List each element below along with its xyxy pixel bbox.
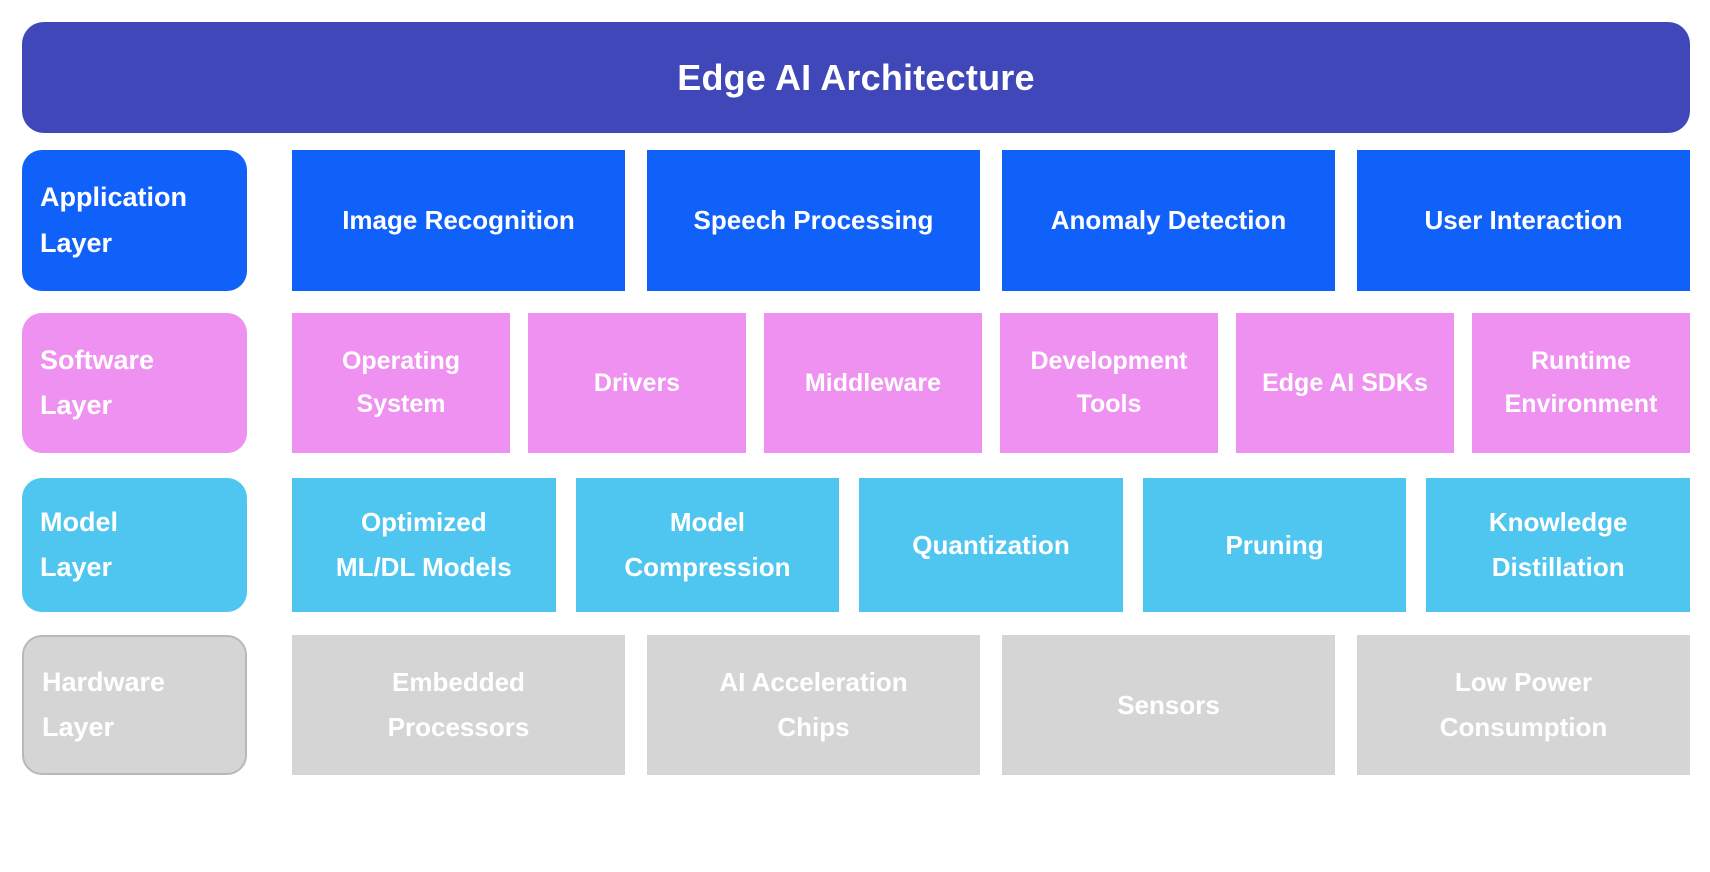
item-label-line2: Tools (1076, 390, 1142, 418)
item-label-line1: Embedded (392, 667, 525, 698)
layer-label-hardware[interactable]: Hardware Layer (22, 635, 247, 775)
item-label-line2: Consumption (1439, 712, 1608, 742)
layer-item-edge-ai-sdks[interactable]: Edge AI SDKs (1236, 313, 1454, 453)
item-label-line1: Runtime (1531, 347, 1631, 375)
layer-item-sensors[interactable]: Sensors (1002, 635, 1335, 775)
layer-label-line1: Software (40, 344, 155, 375)
layer-item-quantization[interactable]: Quantization (859, 478, 1123, 612)
layer-items-software: Operating System Drivers Middleware Deve… (292, 313, 1690, 453)
item-label-line1: Pruning (1225, 529, 1324, 560)
item-label-line1: Knowledge (1488, 507, 1628, 538)
item-label-line1: Quantization (912, 529, 1070, 560)
layer-item-pruning[interactable]: Pruning (1142, 478, 1407, 612)
edge-ai-architecture-diagram: Edge AI Architecture Application Layer I… (0, 0, 1710, 872)
layer-item-speech-processing[interactable]: Speech Processing (647, 150, 980, 291)
item-label-line2: ML/DL Models (335, 552, 512, 582)
item-label-line1: Middleware (804, 368, 942, 397)
item-label-line1: Edge AI SDKs (1262, 368, 1428, 397)
item-label-line2: System (356, 390, 446, 418)
layer-item-runtime-environment[interactable]: Runtime Environment (1472, 313, 1690, 453)
item-label-line1: Operating (341, 347, 461, 375)
layer-item-knowledge-distillation[interactable]: Knowledge Distillation (1426, 478, 1690, 612)
layer-label-line1: Model (40, 506, 118, 537)
layer-item-middleware[interactable]: Middleware (764, 313, 982, 453)
diagram-title: Edge AI Architecture (677, 56, 1035, 98)
item-label-line1: Speech Processing (693, 205, 934, 236)
item-label-line2: Environment (1504, 390, 1658, 418)
item-label-line2: Chips (777, 712, 850, 742)
item-label-line1: Image Recognition (342, 205, 575, 236)
layer-label-line1: Application (40, 182, 187, 213)
diagram-header-banner: Edge AI Architecture (22, 22, 1690, 133)
item-label-line2: Distillation (1491, 552, 1625, 582)
layer-items-application: Image Recognition Speech Processing Anom… (292, 150, 1690, 291)
layer-label-line2: Layer (42, 712, 115, 742)
layer-label-line2: Layer (40, 390, 113, 420)
item-label-line1: Anomaly Detection (1050, 205, 1287, 236)
layer-item-model-compression[interactable]: Model Compression (575, 478, 840, 612)
layer-item-anomaly-detection[interactable]: Anomaly Detection (1002, 150, 1335, 291)
item-label-line1: Model (669, 507, 745, 538)
layer-item-operating-system[interactable]: Operating System (292, 313, 510, 453)
layer-item-drivers[interactable]: Drivers (528, 313, 746, 453)
layer-item-low-power-consumption[interactable]: Low Power Consumption (1357, 635, 1690, 775)
layer-items-hardware: Embedded Processors AI Acceleration Chip… (292, 635, 1690, 775)
layer-label-line2: Layer (40, 552, 113, 582)
item-label-line1: Sensors (1117, 689, 1220, 720)
item-label-line1: AI Acceleration (719, 667, 908, 698)
layer-items-model: Optimized ML/DL Models Model Compression… (292, 478, 1690, 612)
layer-label-software[interactable]: Software Layer (22, 313, 247, 453)
layer-label-model[interactable]: Model Layer (22, 478, 247, 612)
item-label-line1: Low Power (1454, 667, 1593, 698)
layer-item-user-interaction[interactable]: User Interaction (1357, 150, 1690, 291)
item-label-line1: User Interaction (1424, 205, 1623, 236)
layer-label-line2: Layer (40, 227, 113, 258)
item-label-line1: Development (1030, 347, 1188, 375)
layer-item-embedded-processors[interactable]: Embedded Processors (292, 635, 625, 775)
item-label-line2: Processors (387, 712, 530, 742)
layer-label-application[interactable]: Application Layer (22, 150, 247, 291)
layer-item-image-recognition[interactable]: Image Recognition (292, 150, 625, 291)
layer-item-ai-acceleration-chips[interactable]: AI Acceleration Chips (647, 635, 980, 775)
layer-item-optimized-ml-dl-models[interactable]: Optimized ML/DL Models (292, 478, 556, 612)
layer-item-development-tools[interactable]: Development Tools (1000, 313, 1218, 453)
item-label-line1: Optimized (360, 507, 487, 538)
layer-label-line1: Hardware (42, 666, 166, 697)
item-label-line1: Drivers (593, 368, 681, 397)
item-label-line2: Compression (624, 552, 791, 582)
